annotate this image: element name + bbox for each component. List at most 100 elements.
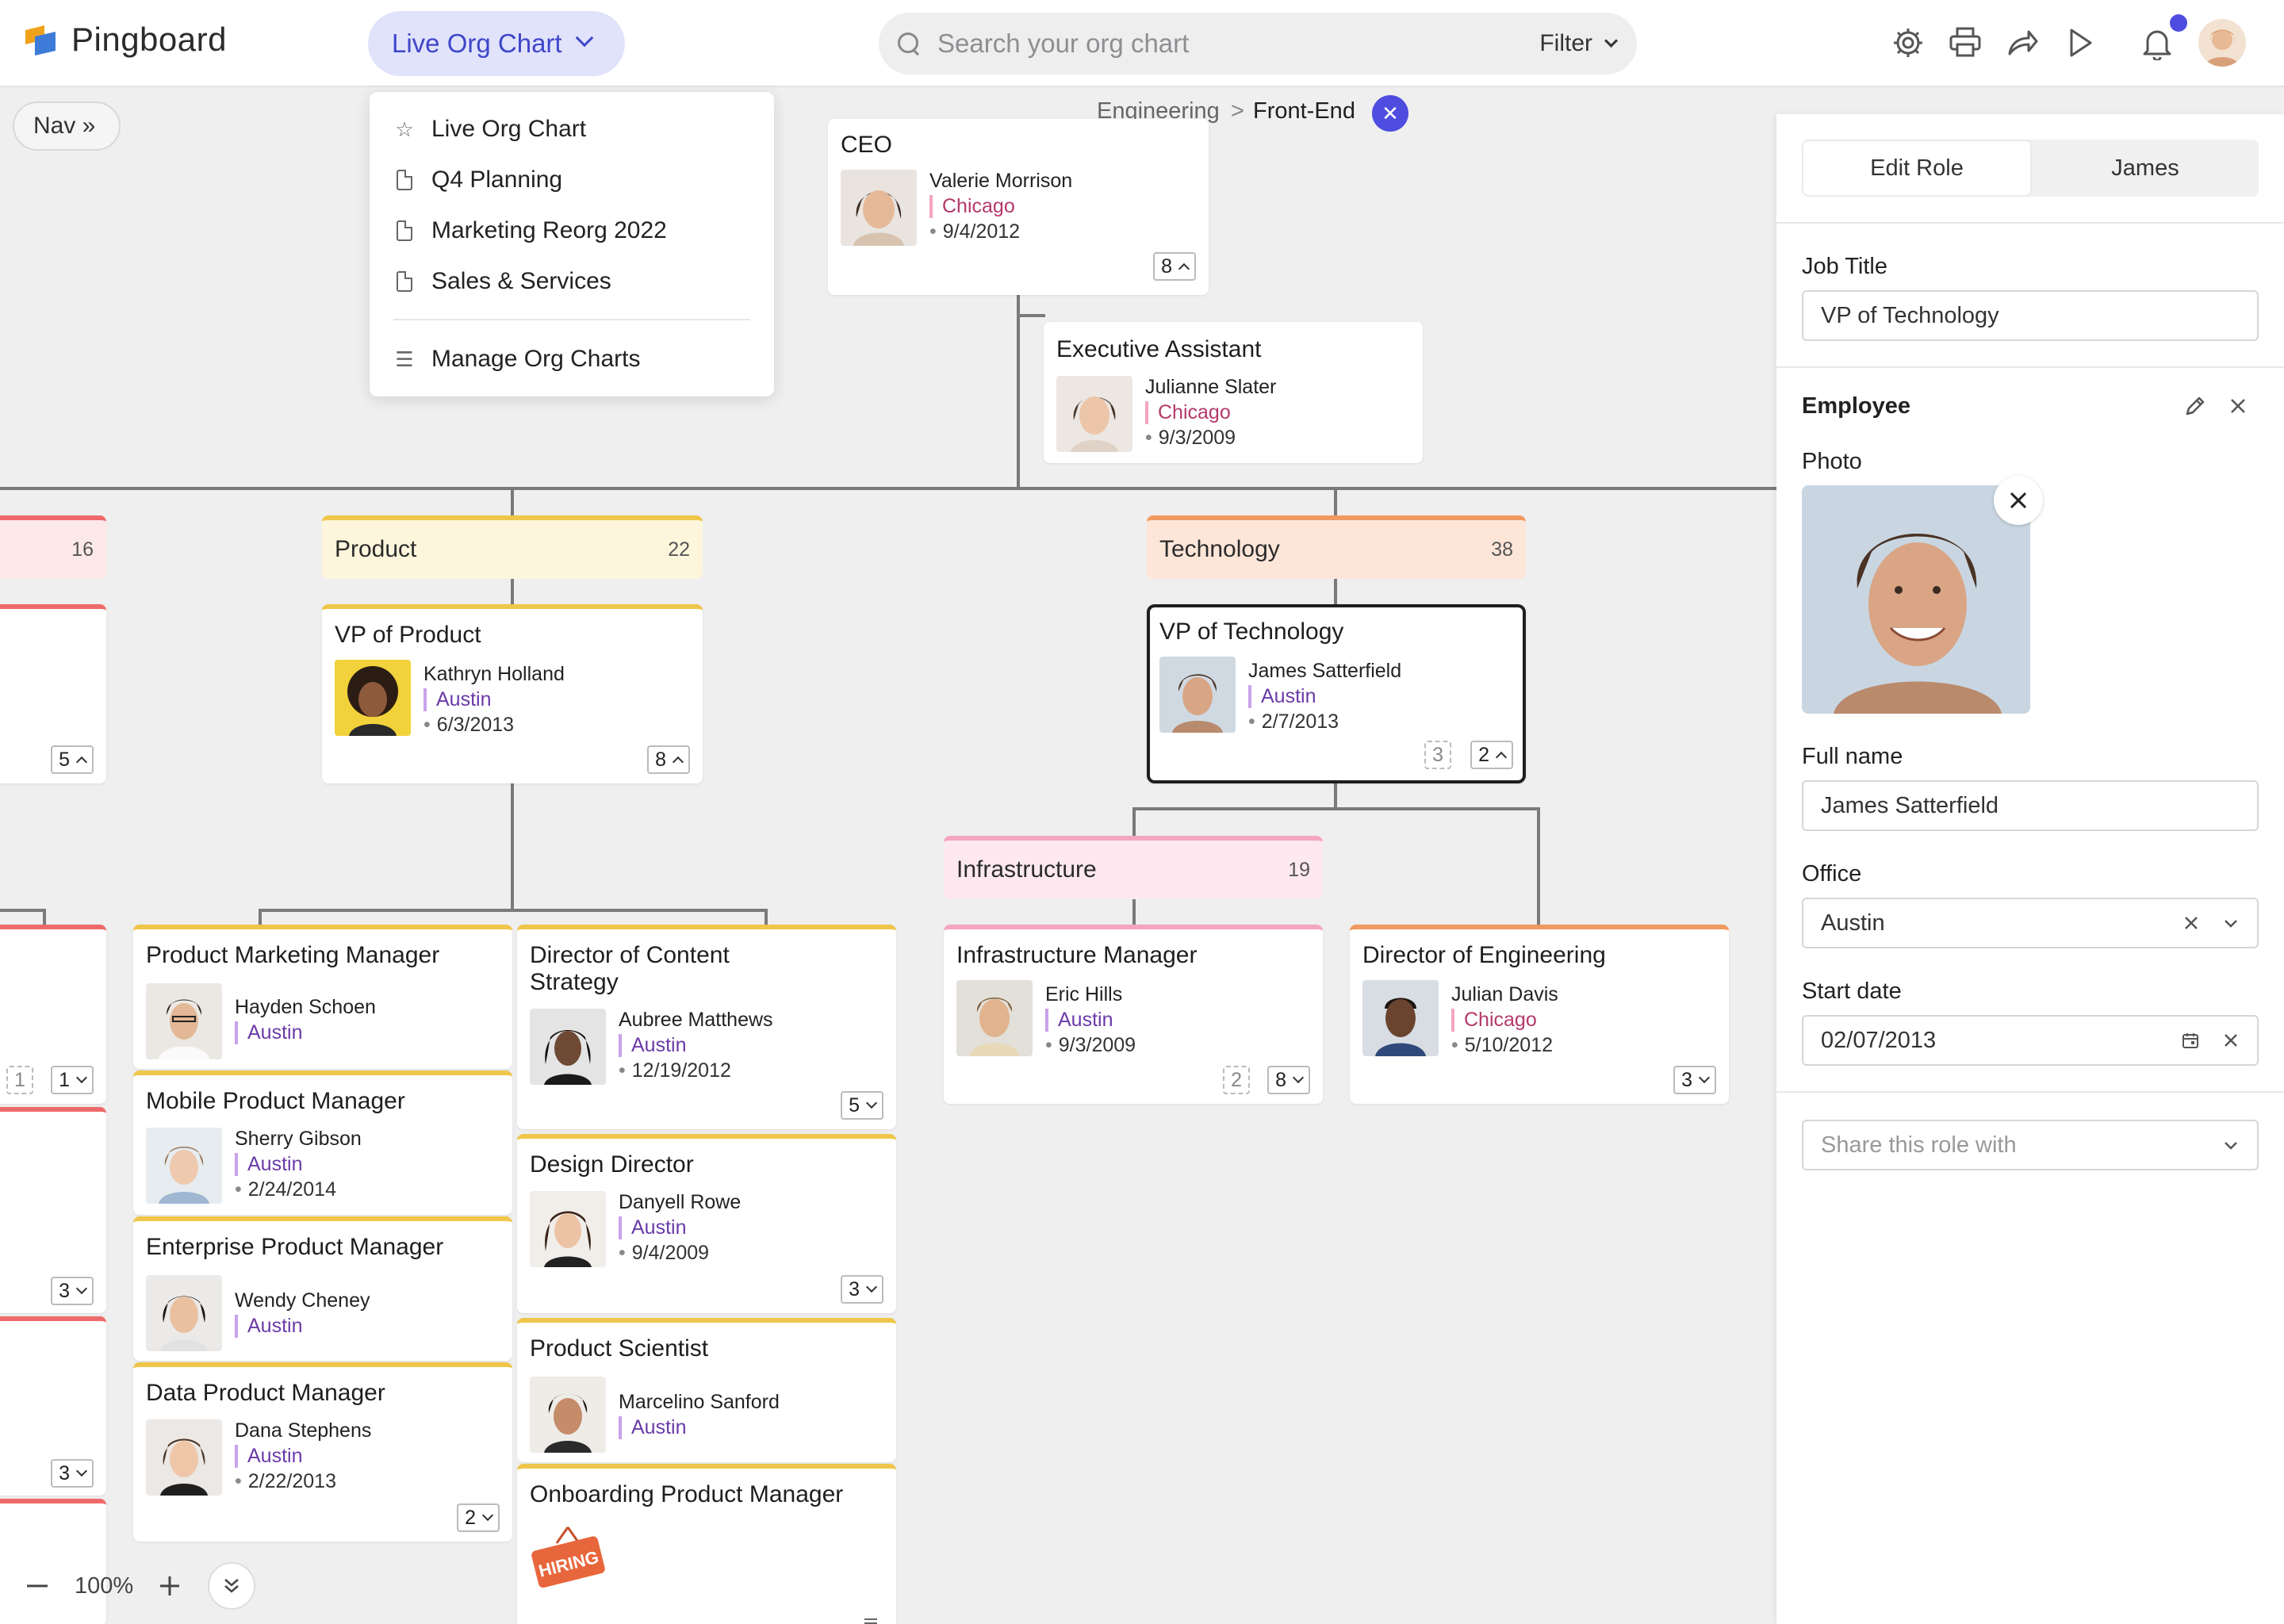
org-card-vp-technology-selected[interactable]: VP of Technology James Satterfield Austi… xyxy=(1147,604,1526,783)
role-title-line: Strategy xyxy=(530,969,619,995)
team-name: Technology xyxy=(1159,536,1280,562)
nav-toggle-button[interactable]: Nav » xyxy=(13,102,121,151)
direct-reports-toggle[interactable]: 8 xyxy=(647,745,690,774)
start-date: 9/3/2009 xyxy=(1145,427,1236,450)
employee-name: Julianne Slater xyxy=(1145,376,1277,398)
dropdown-item-sales-services[interactable]: Sales & Services xyxy=(393,262,611,301)
gear-icon[interactable] xyxy=(1891,25,1926,60)
org-card-enterprise-product-manager[interactable]: Enterprise Product Manager Wendy Cheney … xyxy=(133,1216,512,1361)
job-title-input[interactable]: VP of Technology xyxy=(1802,290,2259,341)
org-card-left-partial[interactable]: 1 1 xyxy=(0,925,106,1104)
search-bar[interactable]: Search your org chart Filter xyxy=(879,13,1637,75)
org-card-data-product-manager[interactable]: Data Product Manager Dana Stephens Austi… xyxy=(133,1362,512,1542)
dropdown-item-marketing-reorg[interactable]: Marketing Reorg 2022 xyxy=(393,211,667,251)
full-name-input[interactable]: James Satterfield xyxy=(1802,780,2259,831)
org-card-product-scientist[interactable]: Product Scientist Marcelino Sanford Aust… xyxy=(517,1318,896,1462)
connector xyxy=(1334,783,1337,810)
dropdown-item-q4-planning[interactable]: Q4 Planning xyxy=(393,160,562,200)
zoom-in-icon[interactable] xyxy=(157,1573,182,1599)
zoom-out-icon[interactable] xyxy=(24,1576,51,1595)
org-card-infrastructure-manager[interactable]: Infrastructure Manager Eric Hills Austin… xyxy=(944,925,1323,1104)
org-card-director-content-strategy[interactable]: Director of Content Strategy Aubree Matth… xyxy=(517,925,896,1129)
chart-selector-button[interactable]: Live Org Chart xyxy=(368,11,625,76)
direct-reports-toggle[interactable]: 5 xyxy=(51,745,94,774)
org-card-left-partial[interactable]: 3 xyxy=(0,1316,106,1496)
dropdown-item-live-org-chart[interactable]: ☆ Live Org Chart xyxy=(393,109,586,149)
search-input[interactable]: Search your org chart xyxy=(937,29,1539,59)
org-card-onboarding-product-manager[interactable]: Onboarding Product Manager HIRING xyxy=(517,1464,896,1624)
team-header-technology[interactable]: Technology 38 xyxy=(1147,515,1526,579)
role-title: Data Product Manager xyxy=(146,1380,385,1406)
tab-james[interactable]: James xyxy=(2032,140,2259,197)
org-card-ceo[interactable]: CEO Valerie Morrison Chicago 9/4/2012 8 xyxy=(828,119,1209,295)
org-card-left-partial[interactable]: 5 xyxy=(0,604,106,783)
chart-selector-label: Live Org Chart xyxy=(392,29,562,58)
team-name: Infrastructure xyxy=(956,856,1097,883)
direct-reports-toggle[interactable]: 8 xyxy=(1153,252,1196,281)
share-role-placeholder: Share this role with xyxy=(1821,1132,2017,1158)
team-header-product[interactable]: Product 22 xyxy=(322,515,703,579)
share-role-select[interactable]: Share this role with xyxy=(1802,1120,2259,1170)
hiring-badge-icon: HIRING xyxy=(531,1526,605,1588)
org-card-left-partial[interactable] xyxy=(0,1499,106,1624)
pingboard-logo-icon xyxy=(25,25,56,56)
org-card-product-marketing-manager[interactable]: Product Marketing Manager Hayden Schoen … xyxy=(133,925,512,1069)
office-tag: Austin xyxy=(235,1315,302,1338)
nav-label: Nav » xyxy=(33,113,96,139)
org-card-director-engineering[interactable]: Director of Engineering Julian Davis Chi… xyxy=(1350,925,1729,1104)
calendar-icon[interactable] xyxy=(2181,1031,2200,1050)
direct-reports-toggle[interactable]: 3 xyxy=(51,1277,94,1305)
direct-reports-toggle[interactable]: 3 xyxy=(841,1275,883,1304)
role-title: CEO xyxy=(841,132,893,158)
org-card-vp-product[interactable]: VP of Product Kathryn Holland Austin 6/3… xyxy=(322,604,703,783)
tab-edit-role[interactable]: Edit Role xyxy=(1802,140,2032,197)
org-card-executive-assistant[interactable]: Executive Assistant Julianne Slater Chic… xyxy=(1044,322,1423,463)
remove-photo-button[interactable] xyxy=(1994,476,2043,525)
employee-name: Aubree Matthews xyxy=(619,1009,773,1031)
role-title: Onboarding Product Manager xyxy=(530,1481,844,1507)
printer-icon[interactable] xyxy=(1948,25,1983,60)
direct-reports-toggle[interactable]: 8 xyxy=(1267,1066,1310,1094)
share-icon[interactable] xyxy=(2005,25,2040,60)
office-select[interactable]: Austin xyxy=(1802,898,2259,948)
role-title: Product Scientist xyxy=(530,1335,709,1362)
divider xyxy=(1776,222,2284,224)
reports-count: 8 xyxy=(655,748,666,771)
direct-reports-toggle[interactable]: 5 xyxy=(841,1091,883,1120)
direct-reports-toggle[interactable]: 3 xyxy=(51,1459,94,1488)
org-card-mobile-product-manager[interactable]: Mobile Product Manager Sherry Gibson Aus… xyxy=(133,1071,512,1215)
bell-icon[interactable] xyxy=(2140,25,2175,60)
direct-reports-toggle[interactable]: 2 xyxy=(1470,741,1513,769)
job-title-label: Job Title xyxy=(1802,254,1887,279)
employee-photo xyxy=(1362,980,1439,1056)
direct-reports-toggle[interactable]: 2 xyxy=(457,1503,500,1532)
edit-icon[interactable] xyxy=(2182,393,2208,419)
team-count: 19 xyxy=(1288,858,1310,881)
filter-button[interactable]: Filter xyxy=(1539,30,1619,57)
employee-photo xyxy=(1056,376,1132,452)
team-header-left[interactable]: 16 xyxy=(0,515,106,579)
connector xyxy=(1132,807,1540,810)
menu-icon[interactable] xyxy=(863,1616,879,1624)
dropdown-item-label: Sales & Services xyxy=(431,268,611,294)
start-date: 12/19/2012 xyxy=(619,1059,731,1082)
direct-reports-toggle[interactable]: 3 xyxy=(1673,1066,1716,1094)
user-avatar[interactable] xyxy=(2198,19,2246,67)
start-date-input[interactable]: 02/07/2013 xyxy=(1802,1015,2259,1066)
clear-icon[interactable] xyxy=(2222,1032,2240,1049)
play-icon[interactable] xyxy=(2062,25,2097,60)
org-card-design-director[interactable]: Design Director Danyell Rowe Austin 9/4/… xyxy=(517,1134,896,1313)
close-icon[interactable] xyxy=(2227,395,2249,417)
office-tag: Austin xyxy=(1045,1009,1113,1032)
role-title: VP of Product xyxy=(335,622,481,648)
team-header-infrastructure[interactable]: Infrastructure 19 xyxy=(944,836,1323,899)
org-card-left-partial[interactable]: 3 xyxy=(0,1107,106,1313)
chevron-down-icon[interactable] xyxy=(2222,914,2240,932)
full-name-label: Full name xyxy=(1802,744,1903,769)
clear-breadcrumb-button[interactable]: ✕ xyxy=(1372,95,1408,132)
reports-count: 2 xyxy=(465,1506,476,1529)
collapse-all-button[interactable] xyxy=(208,1562,255,1610)
direct-reports-toggle[interactable]: 1 xyxy=(51,1066,94,1094)
clear-icon[interactable] xyxy=(2182,914,2200,932)
dropdown-item-manage-org-charts[interactable]: ☰ Manage Org Charts xyxy=(393,339,640,379)
